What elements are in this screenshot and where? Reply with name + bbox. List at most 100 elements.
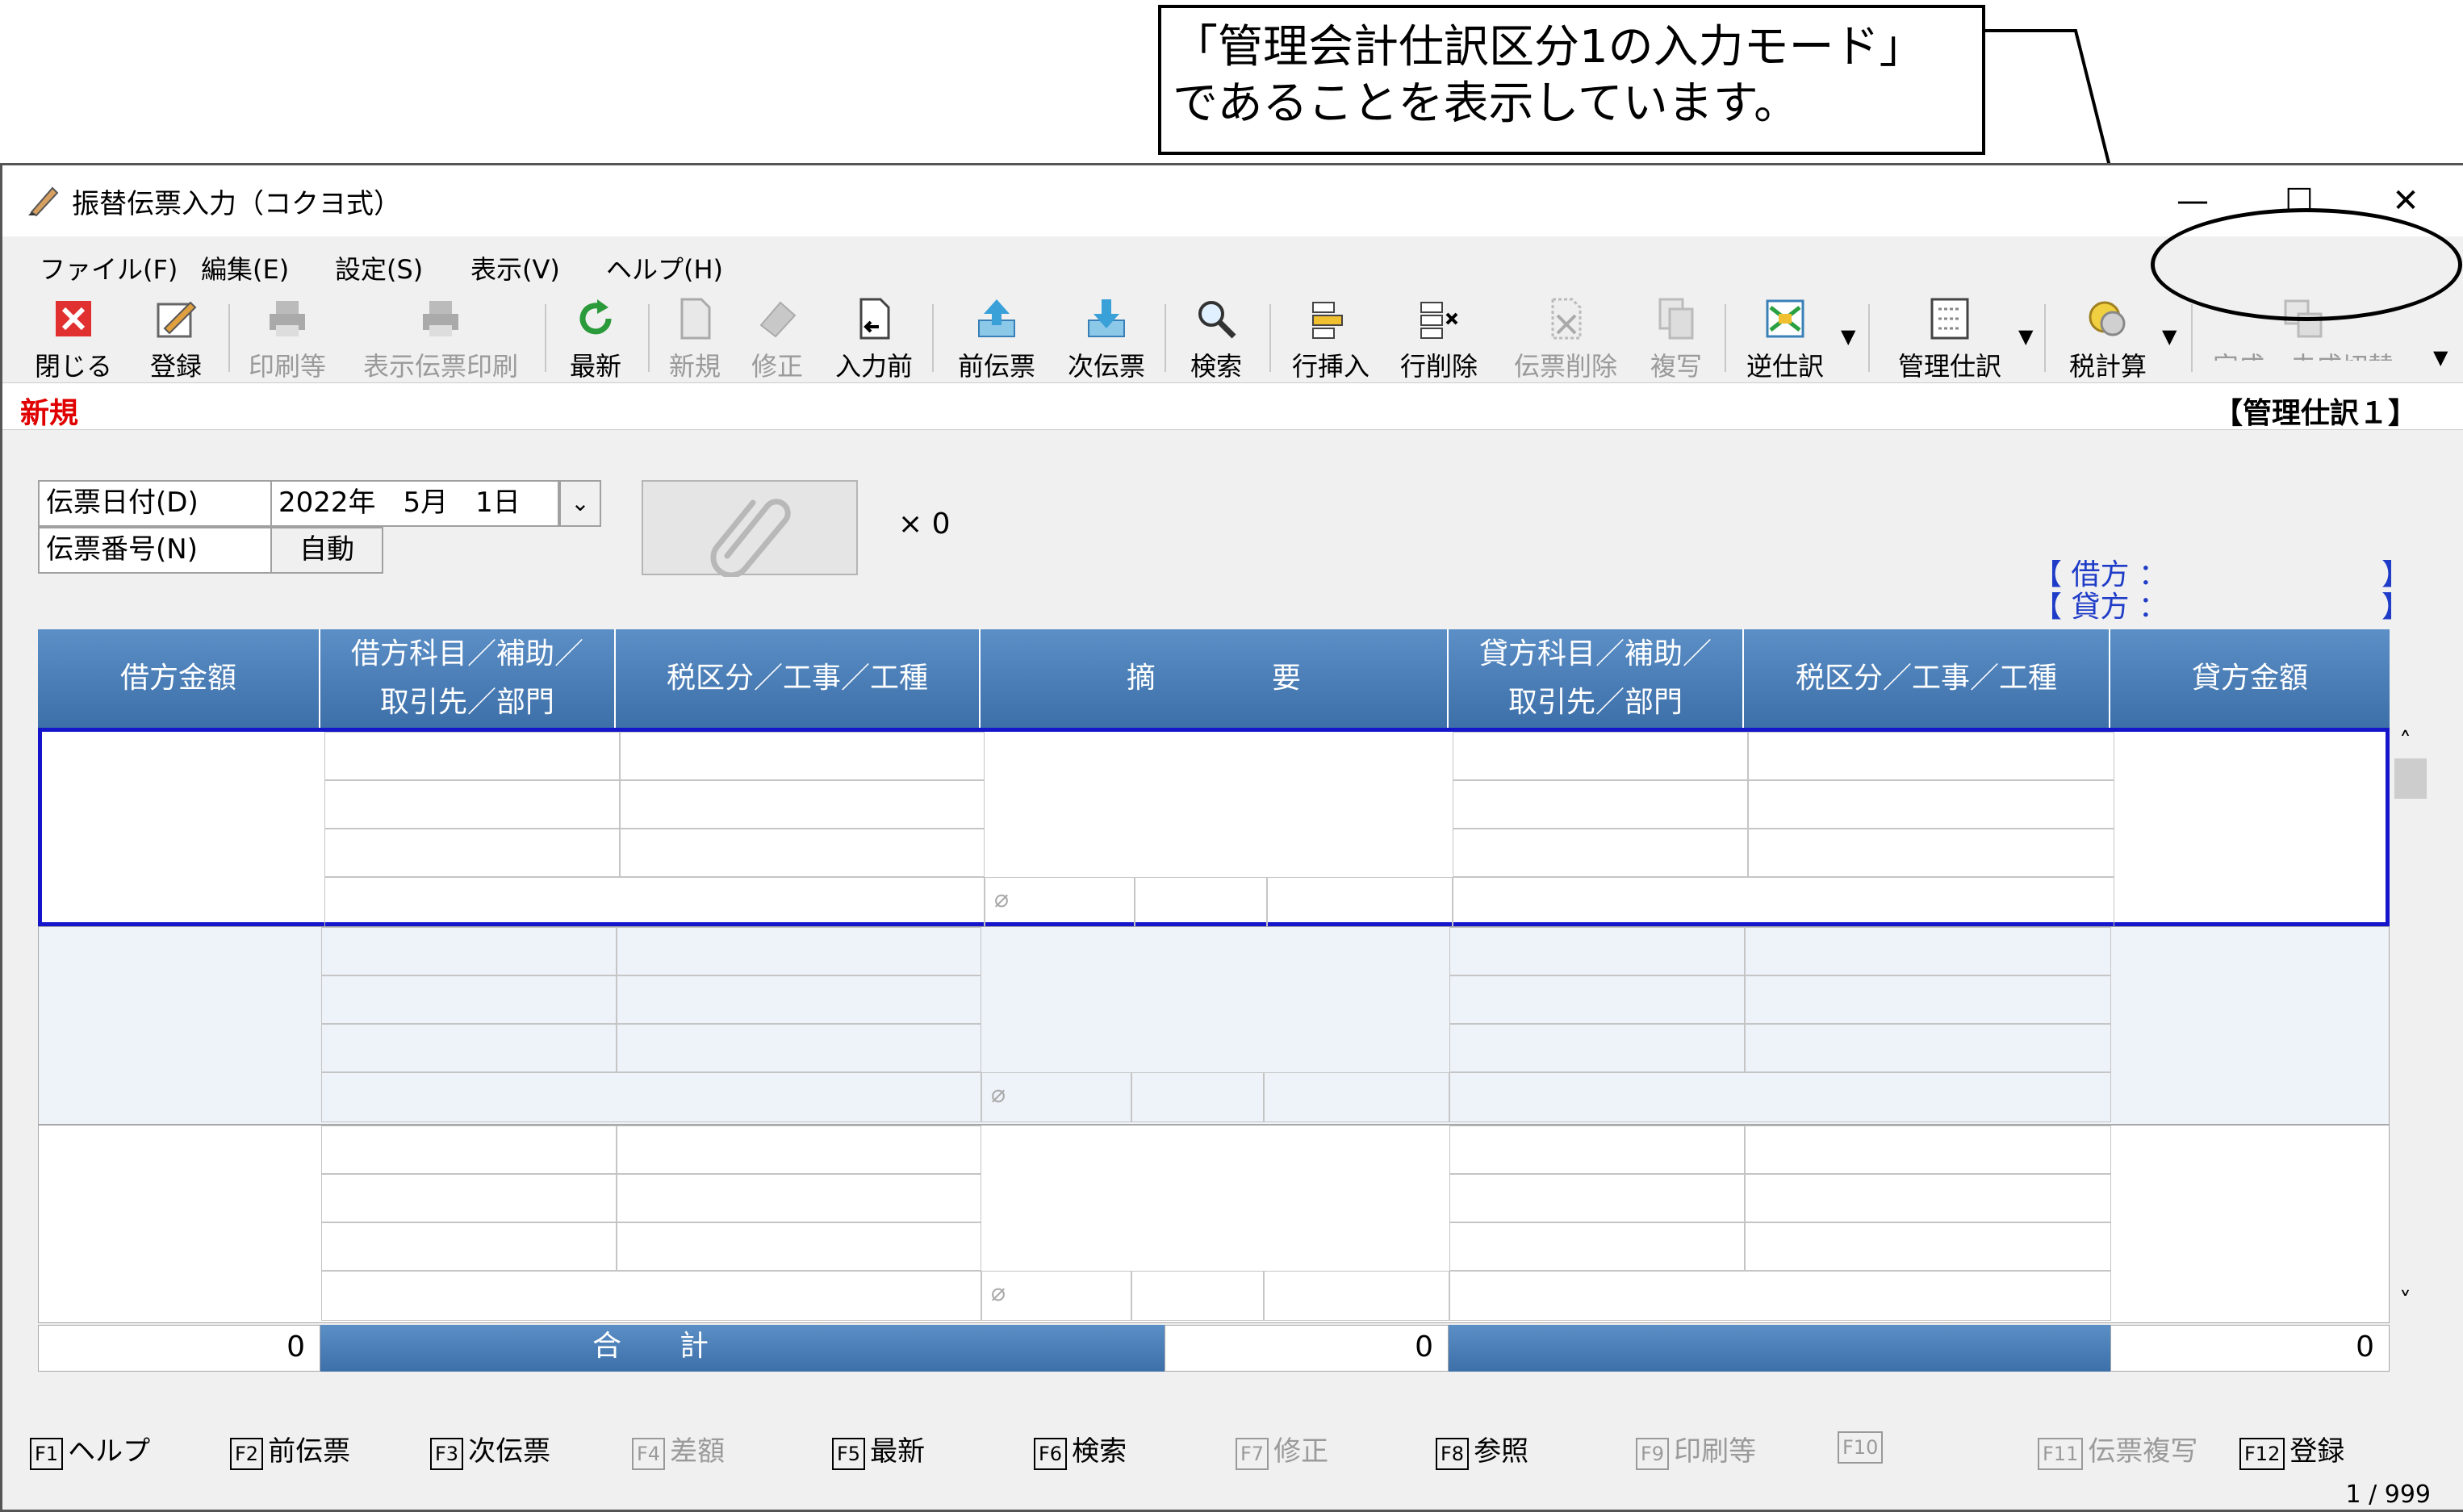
- toolbar-print-displayed-button[interactable]: 表示伝票印刷: [349, 296, 532, 382]
- row-summary-subfield[interactable]: [1267, 877, 1453, 927]
- row-field[interactable]: [321, 1222, 617, 1271]
- toolbar-delete-slip-button[interactable]: 伝票削除: [1505, 296, 1626, 382]
- row-summary-subfield[interactable]: [1264, 1072, 1449, 1122]
- toolbar-reverse-journal-button[interactable]: 逆仕訳: [1734, 296, 1836, 382]
- row-field[interactable]: [1453, 732, 1748, 780]
- row-field[interactable]: [1449, 975, 1745, 1024]
- col-summary[interactable]: 摘 要: [981, 629, 1449, 728]
- number-value[interactable]: 自動: [270, 527, 383, 574]
- journal-row[interactable]: ⌀: [38, 728, 2390, 927]
- toolbar-copy-button[interactable]: 複写: [1636, 296, 1717, 382]
- row-field[interactable]: [1449, 927, 1745, 975]
- row-field[interactable]: [1449, 1024, 1745, 1072]
- row-summary-subfield[interactable]: [1135, 877, 1267, 927]
- row-field[interactable]: [1453, 829, 1748, 877]
- fkey-f10[interactable]: F10: [1838, 1429, 1888, 1464]
- col-debit-account[interactable]: 借方科目／補助／ 取引先／部門: [320, 629, 616, 728]
- toolbar-before-input-button[interactable]: 入力前: [827, 296, 921, 382]
- row-field[interactable]: [1748, 780, 2114, 829]
- toolbar-tax-calc-button[interactable]: 税計算: [2055, 296, 2160, 382]
- menu-help[interactable]: ヘルプ(H): [606, 249, 723, 286]
- row-department-field[interactable]: [321, 1271, 981, 1321]
- row-field[interactable]: [321, 1024, 617, 1072]
- col-credit-tax[interactable]: 税区分／工事／工種: [1744, 629, 2110, 728]
- toolbar-close-button[interactable]: 閉じる: [25, 296, 122, 382]
- row-field[interactable]: [1449, 1174, 1745, 1222]
- row-credit-department-field[interactable]: [1449, 1072, 2111, 1122]
- fkey-f3[interactable]: F3 次伝票: [430, 1429, 550, 1470]
- fkey-f7[interactable]: F7 修正: [1236, 1429, 1328, 1470]
- tax-calc-dropdown-icon[interactable]: ▼: [2162, 325, 2177, 348]
- row-field[interactable]: [321, 1174, 617, 1222]
- row-paperclip-icon[interactable]: ⌀: [994, 885, 1009, 913]
- fkey-f9[interactable]: F9 印刷等: [1636, 1429, 1756, 1470]
- row-field[interactable]: [1745, 975, 2111, 1024]
- toolbar-edit-button[interactable]: 修正: [737, 296, 818, 382]
- toolbar-prev-slip-button[interactable]: 前伝票: [947, 296, 1047, 382]
- row-paperclip-icon[interactable]: ⌀: [991, 1279, 1006, 1307]
- row-field[interactable]: [324, 732, 620, 780]
- row-field[interactable]: [1745, 1024, 2111, 1072]
- fkey-f12[interactable]: F12 登録: [2239, 1429, 2344, 1470]
- toolbar-new-button[interactable]: 新規: [654, 296, 735, 382]
- journal-row[interactable]: ⌀: [38, 1125, 2390, 1323]
- fkey-f1[interactable]: F1 ヘルプ: [30, 1429, 150, 1470]
- row-department-field[interactable]: [321, 1072, 981, 1122]
- toolbar-delete-row-button[interactable]: 行削除: [1390, 296, 1487, 382]
- scroll-down-icon[interactable]: ˅: [2399, 1288, 2411, 1316]
- toolbar-insert-row-button[interactable]: 行挿入: [1282, 296, 1379, 382]
- fkey-f5[interactable]: F5 最新: [832, 1429, 925, 1470]
- date-dropdown-button[interactable]: ⌄: [559, 480, 601, 527]
- row-field[interactable]: [1748, 829, 2114, 877]
- row-summary-subfield[interactable]: [1131, 1072, 1264, 1122]
- fkey-f11[interactable]: F11 伝票複写: [2038, 1429, 2197, 1470]
- row-field[interactable]: [1745, 1174, 2111, 1222]
- toolbar-refresh-button[interactable]: 最新: [551, 296, 640, 382]
- row-field[interactable]: [617, 1222, 981, 1271]
- menu-edit[interactable]: 編集(E): [201, 249, 289, 286]
- row-field[interactable]: [1748, 732, 2114, 780]
- toolbar-next-slip-button[interactable]: 次伝票: [1056, 296, 1156, 382]
- row-field[interactable]: [620, 732, 985, 780]
- row-field[interactable]: [620, 780, 985, 829]
- col-debit-tax[interactable]: 税区分／工事／工種: [616, 629, 981, 728]
- grid-scrollbar[interactable]: ˄ ˅: [2390, 728, 2432, 1328]
- row-summary-subfield[interactable]: [1131, 1271, 1264, 1321]
- col-credit-account[interactable]: 貸方科目／補助／ 取引先／部門: [1449, 629, 1744, 728]
- row-field[interactable]: [617, 1024, 981, 1072]
- menu-file[interactable]: ファイル(F): [40, 249, 178, 286]
- row-field[interactable]: [617, 927, 981, 975]
- toolbar-search-button[interactable]: 検索: [1174, 296, 1258, 382]
- journal-row[interactable]: ⌀: [38, 926, 2390, 1125]
- col-debit-amount[interactable]: 借方金額: [38, 629, 320, 728]
- row-summary-subfield[interactable]: [1264, 1271, 1449, 1321]
- row-paperclip-icon[interactable]: ⌀: [991, 1080, 1006, 1109]
- toolbar-overflow-icon[interactable]: ▼: [2433, 346, 2448, 369]
- row-department-field[interactable]: [324, 877, 985, 927]
- row-credit-department-field[interactable]: [1453, 877, 2114, 927]
- scroll-thumb[interactable]: [2394, 758, 2427, 799]
- row-field[interactable]: [617, 975, 981, 1024]
- toolbar-mgmt-journal-button[interactable]: 管理仕訳: [1883, 296, 2017, 382]
- fkey-f8[interactable]: F8 参照: [1436, 1429, 1528, 1470]
- row-field[interactable]: [620, 829, 985, 877]
- toolbar-register-button[interactable]: 登録: [132, 296, 220, 382]
- menu-settings[interactable]: 設定(S): [335, 249, 423, 286]
- row-field[interactable]: [617, 1126, 981, 1174]
- fkey-f2[interactable]: F2 前伝票: [230, 1429, 350, 1470]
- row-field[interactable]: [324, 780, 620, 829]
- row-field[interactable]: [321, 975, 617, 1024]
- reverse-journal-dropdown-icon[interactable]: ▼: [1841, 325, 1855, 348]
- attachment-button[interactable]: [642, 480, 858, 578]
- scroll-up-icon[interactable]: ˄: [2399, 728, 2411, 756]
- row-field[interactable]: [1745, 1222, 2111, 1271]
- fkey-f6[interactable]: F6 検索: [1034, 1429, 1127, 1470]
- row-field[interactable]: [1449, 1222, 1745, 1271]
- row-field[interactable]: [1745, 1126, 2111, 1174]
- row-field[interactable]: [1449, 1126, 1745, 1174]
- date-input[interactable]: 2022年 5月 1日: [270, 480, 559, 527]
- row-field[interactable]: [1745, 927, 2111, 975]
- row-field[interactable]: [324, 829, 620, 877]
- col-credit-amount[interactable]: 貸方金額: [2110, 629, 2390, 728]
- menu-view[interactable]: 表示(V): [470, 249, 560, 286]
